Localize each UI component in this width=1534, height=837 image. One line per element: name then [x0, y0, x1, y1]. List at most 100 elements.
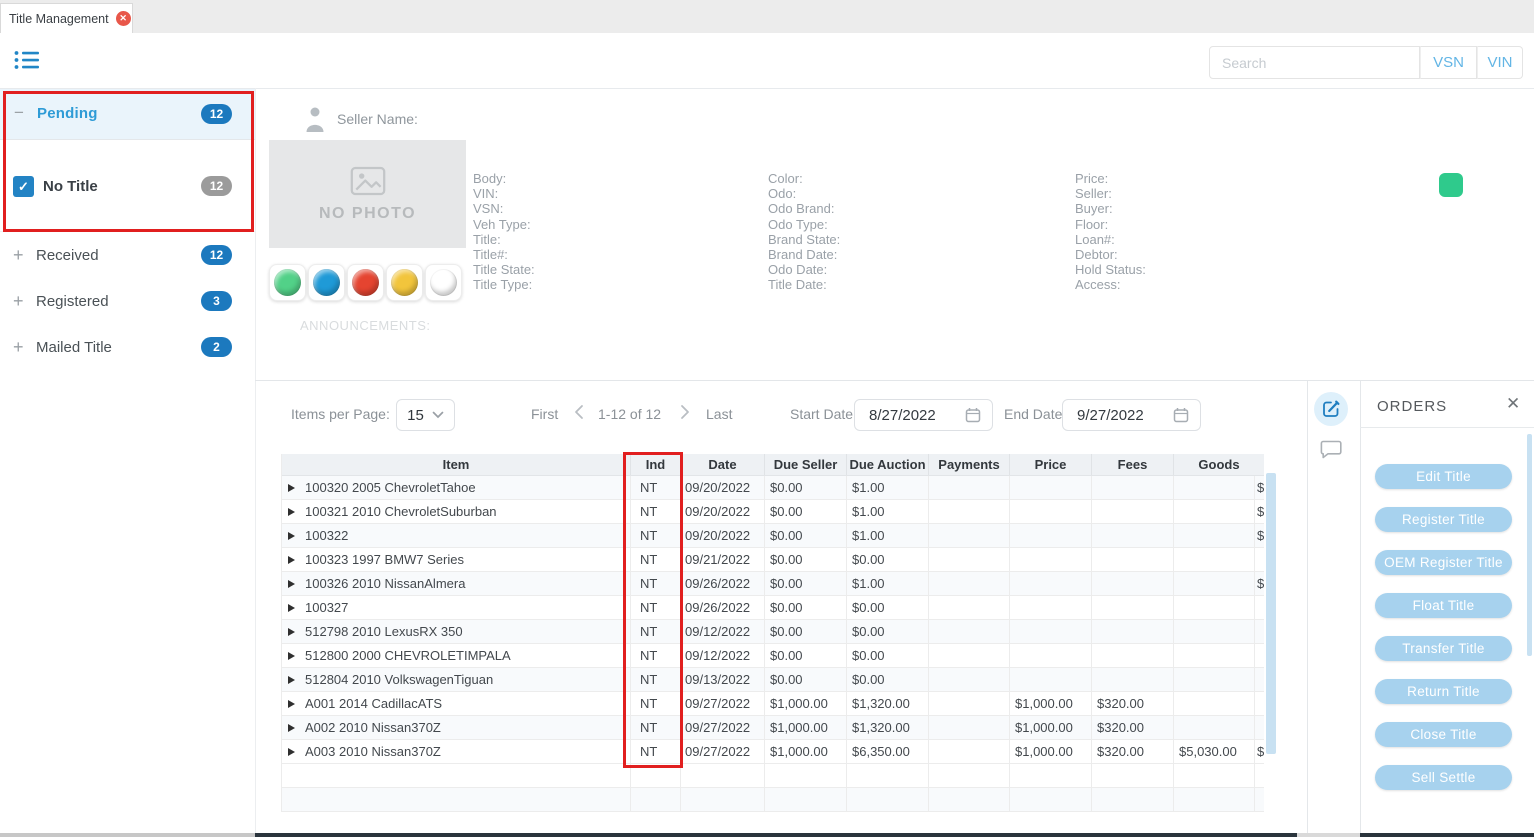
vsn-button[interactable]: VSN [1420, 46, 1477, 79]
list-menu-icon[interactable] [14, 49, 42, 73]
payments-cell [929, 548, 1010, 571]
status-color-button[interactable] [347, 264, 384, 301]
row-expander-icon[interactable] [288, 676, 295, 684]
orders-scrollbar[interactable] [1527, 434, 1532, 656]
tab-bar: Title Management ✕ [0, 0, 1534, 33]
table-row[interactable]: 100320 2005 ChevroletTahoe NT 09/20/2022… [282, 476, 1264, 500]
chevron-left-icon[interactable] [573, 404, 585, 425]
order-action-button[interactable]: Edit Title [1375, 464, 1512, 489]
status-color-button[interactable] [308, 264, 345, 301]
row-expander-icon[interactable] [288, 580, 295, 588]
goods-cell [1174, 668, 1255, 691]
items-per-page-value: 15 [407, 407, 424, 424]
table-row[interactable]: 512798 2010 LexusRX 350 NT 09/12/2022 $0… [282, 620, 1264, 644]
field-label: Title Type: [473, 277, 535, 292]
field-label: Title Date: [768, 277, 840, 292]
chevron-down-icon [432, 411, 444, 419]
row-expander-icon[interactable] [288, 628, 295, 636]
pagination-first[interactable]: First [531, 406, 558, 422]
orders-close-icon[interactable]: ✕ [1506, 394, 1520, 414]
calendar-icon [965, 407, 981, 423]
table-row[interactable]: 100326 2010 NissanAlmera NT 09/26/2022 $… [282, 572, 1264, 596]
orders-horizontal-scrollbar-thumb[interactable] [1360, 833, 1534, 837]
table-column-header[interactable]: Item [282, 454, 631, 475]
table-row[interactable]: A003 2010 Nissan370Z NT 09/27/2022 $1,00… [282, 740, 1264, 764]
vin-button[interactable]: VIN [1477, 46, 1523, 79]
table-row[interactable]: A001 2014 CadillacATS NT 09/27/2022 $1,0… [282, 692, 1264, 716]
ind-cell: NT [631, 644, 681, 667]
table-column-header[interactable]: Fees [1092, 454, 1174, 475]
expand-plus-icon[interactable]: + [13, 291, 35, 312]
table-column-header[interactable]: Ind [631, 454, 681, 475]
sidebar-item-no-title[interactable]: ✓ No Title 12 [0, 140, 255, 232]
ind-cell: NT [631, 716, 681, 739]
row-expander-icon[interactable] [288, 556, 295, 564]
no-title-checkbox[interactable]: ✓ [13, 176, 34, 197]
date-cell: 09/13/2022 [681, 668, 765, 691]
comment-bubble-icon[interactable] [1320, 440, 1342, 464]
table-row[interactable]: 100323 1997 BMW7 Series NT 09/21/2022 $0… [282, 548, 1264, 572]
collapse-minus-icon[interactable]: − [14, 103, 24, 123]
row-expander-icon[interactable] [288, 508, 295, 516]
payments-cell [929, 716, 1010, 739]
row-expander-icon[interactable] [288, 700, 295, 708]
clipped-cell [1255, 644, 1264, 667]
due-seller-cell: $0.00 [765, 500, 847, 523]
table-column-header[interactable]: Price [1010, 454, 1092, 475]
chevron-right-icon[interactable] [679, 404, 691, 425]
sidebar-item[interactable]: + Mailed Title 2 [0, 324, 255, 370]
panel-divider [255, 380, 1534, 381]
table-row[interactable]: A002 2010 Nissan370Z NT 09/27/2022 $1,00… [282, 716, 1264, 740]
pagination-last[interactable]: Last [706, 406, 732, 422]
table-column-header[interactable]: Date [681, 454, 765, 475]
table-row[interactable]: 512804 2010 VolkswagenTiguan NT 09/13/20… [282, 668, 1264, 692]
order-action-button[interactable]: Register Title [1375, 507, 1512, 532]
row-expander-icon[interactable] [288, 748, 295, 756]
fees-cell [1092, 476, 1174, 499]
tab-title-management[interactable]: Title Management ✕ [0, 3, 133, 33]
row-expander-icon[interactable] [288, 532, 295, 540]
status-color-button[interactable] [386, 264, 423, 301]
order-action-button[interactable]: Return Title [1375, 679, 1512, 704]
row-expander-icon[interactable] [288, 652, 295, 660]
table-scrollbar[interactable] [1266, 473, 1276, 754]
sidebar-item-pending[interactable]: − Pending 12 [0, 89, 255, 140]
table-row[interactable]: 512800 2000 CHEVROLETIMPALA NT 09/12/202… [282, 644, 1264, 668]
row-expander-icon[interactable] [288, 484, 295, 492]
table-column-header[interactable]: Payments [929, 454, 1010, 475]
sidebar-item[interactable]: + Received 12 [0, 232, 255, 278]
expand-plus-icon[interactable]: + [13, 337, 35, 358]
order-action-button[interactable]: OEM Register Title [1375, 550, 1512, 575]
horizontal-scrollbar-thumb[interactable] [255, 833, 1297, 837]
order-action-button[interactable]: Transfer Title [1375, 636, 1512, 661]
start-date-input[interactable]: 8/27/2022 [854, 399, 993, 431]
rail-divider-left [1307, 381, 1308, 833]
table-row[interactable]: 100327 NT 09/26/2022 $0.00 $0.00 [282, 596, 1264, 620]
order-action-button[interactable]: Close Title [1375, 722, 1512, 747]
edit-pencil-icon[interactable] [1314, 392, 1348, 426]
clipped-cell [1255, 548, 1264, 571]
table-column-header[interactable]: Due Auction [847, 454, 929, 475]
sidebar-item-label: Received [36, 247, 99, 264]
clipped-cell: $ [1255, 476, 1264, 499]
table-row[interactable]: 100322 NT 09/20/2022 $0.00 $1.00 $ [282, 524, 1264, 548]
date-cell: 09/12/2022 [681, 644, 765, 667]
status-color-button[interactable] [425, 264, 462, 301]
table-row[interactable]: 100321 2010 ChevroletSuburban NT 09/20/2… [282, 500, 1264, 524]
table-column-header[interactable]: Goods [1174, 454, 1264, 475]
row-expander-icon[interactable] [288, 724, 295, 732]
status-color-button[interactable] [269, 264, 306, 301]
items-per-page-select[interactable]: 15 [396, 399, 455, 431]
status-circle-icon [391, 269, 418, 296]
expand-plus-icon[interactable]: + [13, 245, 35, 266]
tab-close-icon[interactable]: ✕ [116, 11, 131, 26]
sidebar-item[interactable]: + Registered 3 [0, 278, 255, 324]
end-date-input[interactable]: 9/27/2022 [1062, 399, 1201, 431]
search-input[interactable] [1209, 46, 1420, 79]
row-expander-icon[interactable] [288, 604, 295, 612]
item-text: 512800 2000 CHEVROLETIMPALA [305, 644, 511, 667]
order-action-button[interactable]: Float Title [1375, 593, 1512, 618]
order-action-button[interactable]: Sell Settle [1375, 765, 1512, 790]
table-column-header[interactable]: Due Seller [765, 454, 847, 475]
status-circle-icon [430, 269, 457, 296]
